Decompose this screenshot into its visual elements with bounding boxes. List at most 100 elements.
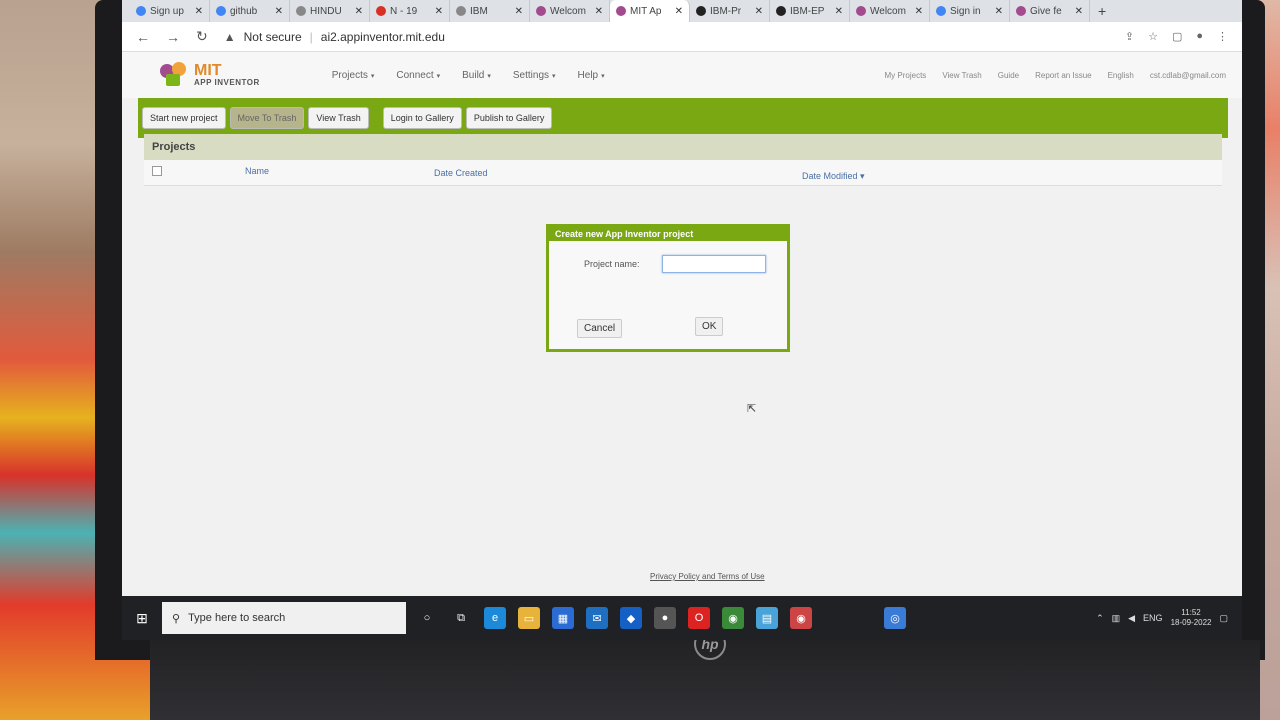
- dialog-title: Create new App Inventor project: [549, 227, 787, 241]
- google-icon: [936, 6, 946, 16]
- windows-start-icon[interactable]: ⊞: [122, 596, 162, 640]
- chrome-icon[interactable]: ◉: [722, 607, 744, 629]
- profile-icon[interactable]: ●: [1196, 30, 1203, 43]
- link-guide[interactable]: Guide: [998, 71, 1019, 80]
- select-all-checkbox[interactable]: [152, 166, 162, 176]
- close-icon[interactable]: ✕: [995, 6, 1003, 17]
- taskbar-search[interactable]: ⚲ Type here to search: [162, 602, 406, 634]
- store-icon[interactable]: ▦: [552, 607, 574, 629]
- close-icon[interactable]: ✕: [275, 6, 283, 17]
- back-icon[interactable]: ←: [136, 29, 150, 45]
- new-tab-button[interactable]: +: [1090, 3, 1114, 19]
- star-icon[interactable]: ☆: [1148, 30, 1158, 43]
- reload-icon[interactable]: ↻: [196, 28, 208, 45]
- login-to-gallery-button[interactable]: Login to Gallery: [382, 107, 462, 129]
- chrome-active-icon[interactable]: ◉: [790, 607, 812, 629]
- browser-tab[interactable]: Sign in ✕: [930, 0, 1010, 22]
- close-icon[interactable]: ✕: [915, 6, 923, 17]
- github-desktop-icon[interactable]: ●: [654, 607, 676, 629]
- app-inventor-icon: [616, 6, 626, 16]
- notes-icon[interactable]: ▤: [756, 607, 778, 629]
- language-selector[interactable]: English: [1108, 71, 1134, 80]
- clock-time: 11:52: [1181, 608, 1201, 617]
- publish-to-gallery-button[interactable]: Publish to Gallery: [465, 107, 553, 129]
- notification-icon[interactable]: ▢: [1219, 613, 1228, 624]
- app-main-menu: Projects ▾ Connect ▾ Build ▾ Settings ▾ Help…: [332, 70, 605, 81]
- dropbox-icon[interactable]: ◆: [620, 607, 642, 629]
- close-icon[interactable]: ✕: [595, 6, 603, 17]
- browser-tab[interactable]: Welcom ✕: [850, 0, 930, 22]
- link-view-trash[interactable]: View Trash: [942, 71, 981, 80]
- start-new-project-button[interactable]: Start new project: [142, 107, 226, 129]
- browser-tab-active[interactable]: MIT Ap ✕: [610, 0, 690, 22]
- browser-tab[interactable]: Sign up ✕: [130, 0, 210, 22]
- link-report-issue[interactable]: Report an Issue: [1035, 71, 1091, 80]
- url-box[interactable]: ▲ Not secure | ai2.appinventor.mit.edu: [224, 30, 445, 44]
- cancel-button[interactable]: Cancel: [577, 319, 623, 338]
- close-icon[interactable]: ✕: [515, 6, 523, 17]
- search-icon: ⚲: [172, 612, 181, 625]
- sidepanel-icon[interactable]: ▢: [1172, 30, 1182, 43]
- browser-tab[interactable]: Give fe ✕: [1010, 0, 1090, 22]
- menu-icon[interactable]: ⋮: [1217, 30, 1228, 43]
- caret-down-icon: ▾: [552, 72, 556, 80]
- forward-icon[interactable]: →: [166, 29, 180, 45]
- share-icon[interactable]: ⇪: [1125, 30, 1134, 43]
- task-view-icon[interactable]: ⧉: [450, 607, 472, 629]
- cortana-icon[interactable]: ○: [416, 607, 438, 629]
- menu-help[interactable]: Help ▾: [578, 70, 605, 81]
- close-icon[interactable]: ✕: [195, 6, 203, 17]
- laptop-screen: Sign up ✕ github ✕ HINDU ✕ N - 19 ✕ IBM ✕ Wel…: [122, 0, 1242, 640]
- browser-actions: ⇪ ☆ ▢ ● ⋮: [1125, 30, 1242, 43]
- url-text[interactable]: ai2.appinventor.mit.edu: [321, 30, 445, 44]
- language-indicator[interactable]: ENG: [1143, 613, 1163, 623]
- opera-icon[interactable]: O: [688, 607, 710, 629]
- taskbar-apps: ○ ⧉ e ▭ ▦ ✉ ◆ ● O ◉ ▤ ◉ ◎: [416, 607, 906, 629]
- clock-date: 18-09-2022: [1170, 618, 1212, 627]
- app-inventor-logo[interactable]: MIT APP INVENTOR: [160, 62, 260, 88]
- edge-icon[interactable]: e: [484, 607, 506, 629]
- system-tray: ⌃ ▥ ◀ ENG 11:52 18-09-2022 ▢: [1096, 608, 1242, 628]
- project-toolbar: Start new project Move To Trash View Tra…: [138, 98, 1228, 138]
- menu-projects[interactable]: Projects ▾: [332, 70, 375, 81]
- browser-tab[interactable]: HINDU ✕: [290, 0, 370, 22]
- app-header: MIT APP INVENTOR Projects ▾ Connect ▾ Buil…: [122, 52, 1242, 98]
- browser-pinned-icon[interactable]: ◎: [884, 607, 906, 629]
- globe-icon: [456, 6, 466, 16]
- browser-tab[interactable]: IBM-Pr ✕: [690, 0, 770, 22]
- menu-build[interactable]: Build ▾: [462, 70, 491, 81]
- browser-tab[interactable]: N - 19 ✕: [370, 0, 450, 22]
- file-explorer-icon[interactable]: ▭: [518, 607, 540, 629]
- browser-tab[interactable]: IBM ✕: [450, 0, 530, 22]
- close-icon[interactable]: ✕: [835, 6, 843, 17]
- close-icon[interactable]: ✕: [675, 6, 683, 17]
- taskbar-search-placeholder: Type here to search: [188, 612, 286, 624]
- network-icon[interactable]: ▥: [1112, 613, 1121, 624]
- browser-tab[interactable]: Welcom ✕: [530, 0, 610, 22]
- close-icon[interactable]: ✕: [435, 6, 443, 17]
- link-my-projects[interactable]: My Projects: [885, 71, 927, 80]
- menu-settings[interactable]: Settings ▾: [513, 70, 556, 81]
- view-trash-button[interactable]: View Trash: [308, 107, 369, 129]
- ok-button[interactable]: OK: [695, 317, 724, 336]
- menu-connect[interactable]: Connect ▾: [396, 70, 440, 81]
- chevron-up-icon[interactable]: ⌃: [1096, 613, 1104, 624]
- move-to-trash-button[interactable]: Move To Trash: [229, 107, 305, 129]
- close-icon[interactable]: ✕: [355, 6, 363, 17]
- browser-tab[interactable]: github ✕: [210, 0, 290, 22]
- clock[interactable]: 11:52 18-09-2022: [1171, 608, 1212, 628]
- privacy-policy-link[interactable]: Privacy Policy and Terms of Use: [650, 572, 765, 581]
- project-name-input[interactable]: [661, 255, 766, 273]
- volume-icon[interactable]: ◀: [1128, 613, 1135, 624]
- account-menu[interactable]: cst.cdlab@gmail.com: [1150, 71, 1226, 80]
- close-icon[interactable]: ✕: [755, 6, 763, 17]
- github-icon: [696, 6, 706, 16]
- app-inventor-logo-icon: [160, 62, 190, 88]
- column-date-modified[interactable]: Date Modified ▾: [802, 171, 865, 182]
- column-name[interactable]: Name: [245, 166, 269, 176]
- column-date-created[interactable]: Date Created: [434, 168, 488, 178]
- browser-tab[interactable]: IBM-EP ✕: [770, 0, 850, 22]
- mail-icon[interactable]: ✉: [586, 607, 608, 629]
- not-secure-label: Not secure: [243, 29, 302, 44]
- close-icon[interactable]: ✕: [1075, 6, 1083, 17]
